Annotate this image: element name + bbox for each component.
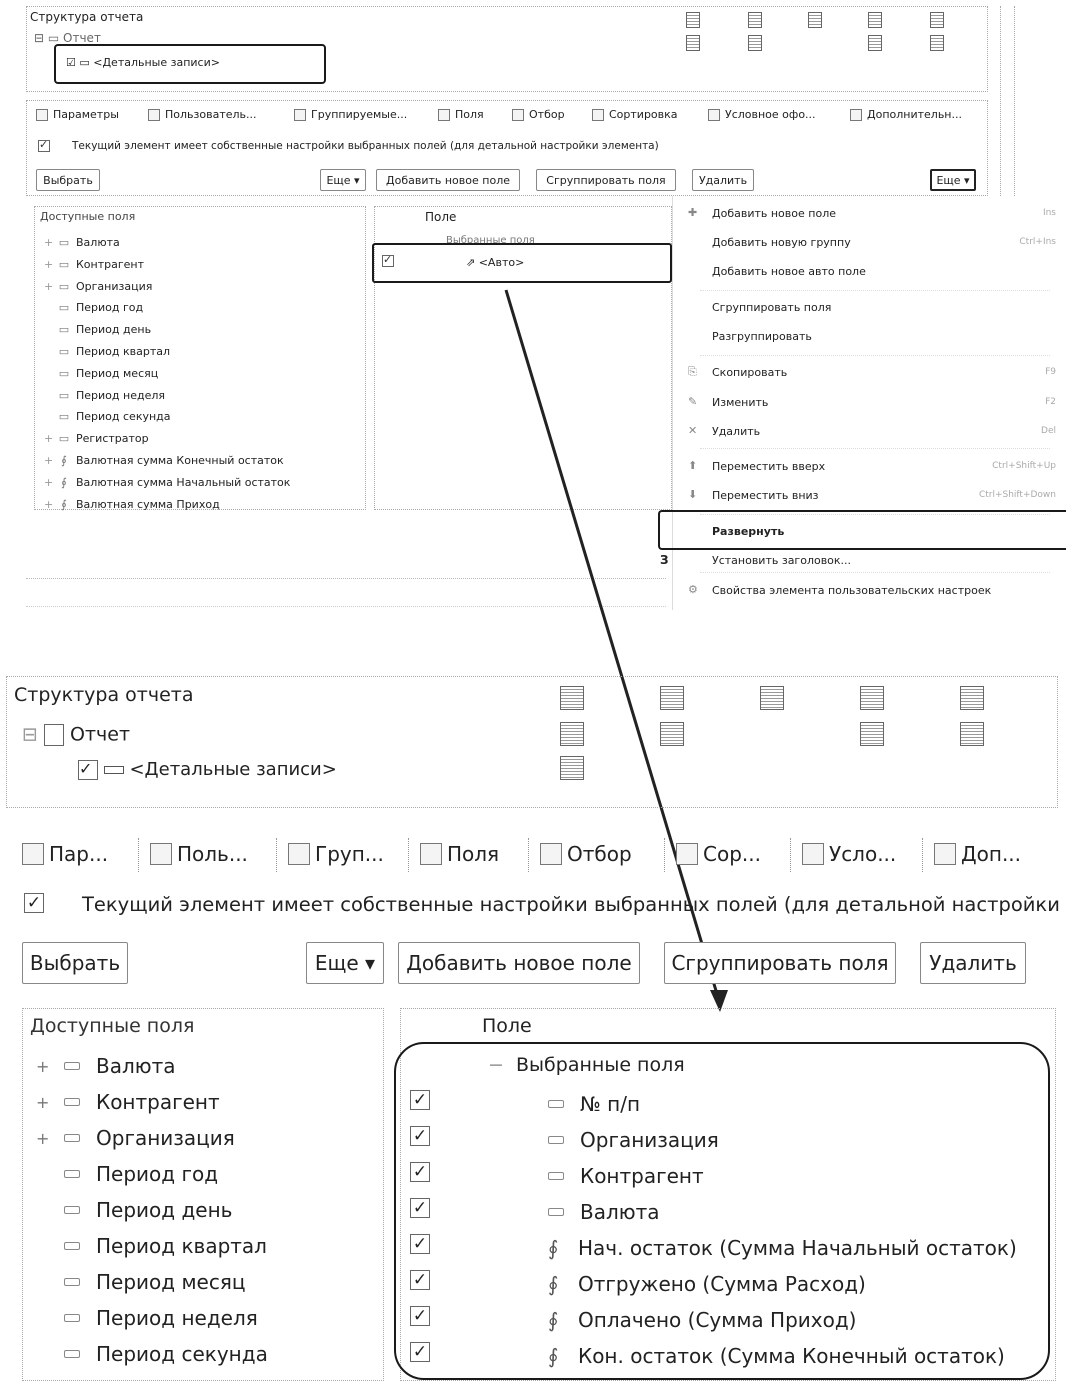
hand-icon[interactable] [860, 686, 884, 710]
expand-icon[interactable]: + [36, 1057, 64, 1076]
tab-label: Усло... [829, 842, 897, 866]
tab-fields[interactable]: Поля [420, 842, 499, 866]
own-settings-text: Текущий элемент имеет собственные настро… [82, 893, 1060, 916]
tab-grouping[interactable]: Груп... [288, 842, 384, 866]
tab-label: Пар... [49, 842, 109, 866]
detail-records-node[interactable]: ✓ <Детальные записи> [78, 760, 337, 780]
chart-icon[interactable] [760, 686, 784, 710]
report-icon [43, 724, 64, 746]
report-node[interactable]: ⊟ Отчет [22, 724, 130, 746]
parameters-icon [22, 843, 44, 865]
settings-icon[interactable] [960, 686, 984, 710]
expand-icon[interactable]: + [36, 1129, 64, 1148]
available-field-item[interactable]: + Контрагент [36, 1090, 220, 1114]
tab-label: Поля [447, 842, 500, 866]
tab-parameters[interactable]: Пар... [22, 842, 108, 866]
own-settings-checkbox[interactable]: ✓ [24, 893, 44, 913]
tab-label: Поль... [177, 842, 248, 866]
available-field-item[interactable]: Период год [36, 1162, 218, 1186]
dimension-icon [64, 1242, 80, 1250]
group-fields-button[interactable]: Сгруппировать поля [664, 942, 896, 984]
field-column-header: Поле [482, 1015, 532, 1037]
highlight-selected-fields [394, 1042, 1050, 1380]
record-icon [103, 766, 124, 774]
detail-records-label: <Детальные записи> [129, 759, 337, 780]
table-icon[interactable] [660, 722, 684, 746]
dimension-icon [64, 1350, 80, 1358]
field-label: Контрагент [96, 1090, 220, 1114]
tab-label: Сор... [703, 842, 761, 866]
dimension-icon [64, 1278, 80, 1286]
field-label: Период неделя [96, 1306, 258, 1330]
field-label: Период день [96, 1198, 233, 1222]
additional-icon [934, 843, 956, 865]
more-button[interactable]: Еще ▾ [306, 942, 384, 984]
settings-icon[interactable] [960, 722, 984, 746]
add-field-button[interactable]: Добавить новое поле [398, 942, 640, 984]
tab-additional[interactable]: Доп... [934, 842, 1021, 866]
hand-icon[interactable] [860, 722, 884, 746]
grouping-icon [288, 843, 310, 865]
dimension-icon [64, 1134, 80, 1142]
list-icon[interactable] [560, 756, 584, 780]
detail-checkbox[interactable]: ✓ [78, 760, 98, 780]
available-field-item[interactable]: Период секунда [36, 1342, 268, 1366]
tab-user[interactable]: Поль... [150, 842, 248, 866]
tab-separator [138, 838, 139, 872]
list-icon[interactable] [560, 722, 584, 746]
filter-icon [540, 843, 562, 865]
tab-separator [664, 838, 665, 872]
collapse-icon: ⊟ [22, 723, 38, 746]
tab-label: Доп... [961, 842, 1022, 866]
available-field-item[interactable]: Период месяц [36, 1270, 246, 1294]
available-fields-header: Доступные поля [30, 1015, 195, 1037]
user-icon [150, 843, 172, 865]
available-field-item[interactable]: + Организация [36, 1126, 235, 1150]
dimension-icon [64, 1098, 80, 1106]
dimension-icon [64, 1314, 80, 1322]
available-field-item[interactable]: + Валюта [36, 1054, 176, 1078]
tab-sort[interactable]: Сор... [676, 842, 761, 866]
tab-label: Отбор [567, 842, 632, 866]
tab-separator [790, 838, 791, 872]
field-label: Период секунда [96, 1342, 268, 1366]
list-icon[interactable] [560, 686, 584, 710]
table-icon[interactable] [660, 686, 684, 710]
tab-separator [408, 838, 409, 872]
tab-separator [276, 838, 277, 872]
tab-filter[interactable]: Отбор [540, 842, 632, 866]
field-label: Организация [96, 1126, 235, 1150]
field-label: Период год [96, 1162, 219, 1186]
field-label: Период квартал [96, 1234, 267, 1258]
tab-separator [528, 838, 529, 872]
available-field-item[interactable]: Период квартал [36, 1234, 267, 1258]
tab-separator [922, 838, 923, 872]
tab-label: Груп... [315, 842, 384, 866]
fields-icon [420, 843, 442, 865]
report-node-label: Отчет [70, 723, 131, 746]
dimension-icon [64, 1206, 80, 1214]
field-label: Валюта [96, 1054, 176, 1078]
select-button[interactable]: Выбрать [22, 942, 128, 984]
more-label: Еще [314, 951, 359, 975]
conditional-icon [802, 843, 824, 865]
tab-conditional[interactable]: Усло... [802, 842, 896, 866]
expand-icon[interactable]: + [36, 1093, 64, 1112]
structure-title: Структура отчета [14, 684, 194, 706]
delete-button[interactable]: Удалить [920, 942, 1026, 984]
field-label: Период месяц [96, 1270, 246, 1294]
sort-icon [676, 843, 698, 865]
available-field-item[interactable]: Период день [36, 1198, 232, 1222]
available-field-item[interactable]: Период неделя [36, 1306, 258, 1330]
dimension-icon [64, 1062, 80, 1070]
dimension-icon [64, 1170, 80, 1178]
